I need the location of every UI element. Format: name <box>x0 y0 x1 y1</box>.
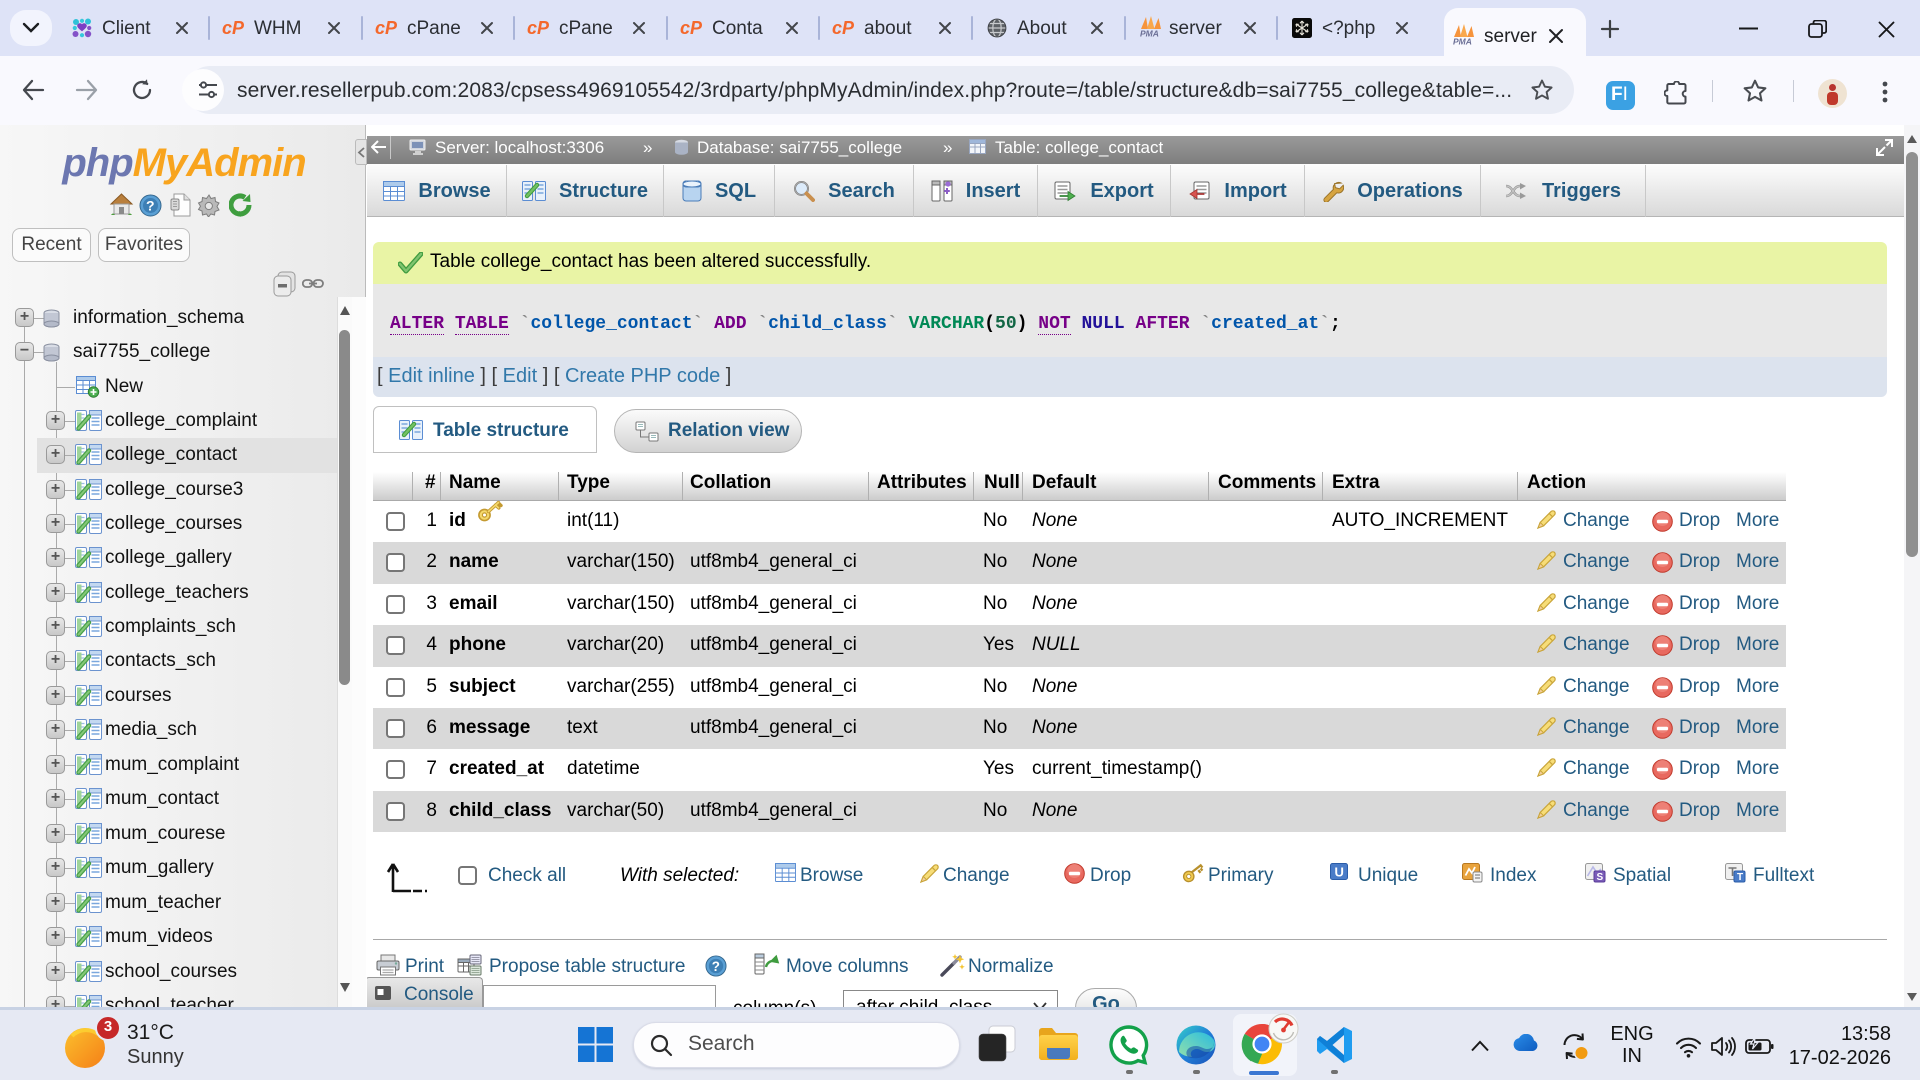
svg-text:S: S <box>1597 872 1604 883</box>
svg-text:PMA: PMA <box>1140 29 1159 38</box>
svg-text:cP: cP <box>222 19 245 37</box>
svg-text:cP: cP <box>375 19 398 37</box>
svg-text:cP: cP <box>832 19 855 37</box>
svg-text:T: T <box>1737 872 1743 883</box>
svg-text:PMA: PMA <box>1453 37 1472 46</box>
svg-text:U: U <box>1335 865 1344 880</box>
svg-text:cP: cP <box>527 19 550 37</box>
svg-text:cP: cP <box>680 19 703 37</box>
svg-text:?: ? <box>712 959 720 974</box>
svg-text:?: ? <box>146 198 155 214</box>
